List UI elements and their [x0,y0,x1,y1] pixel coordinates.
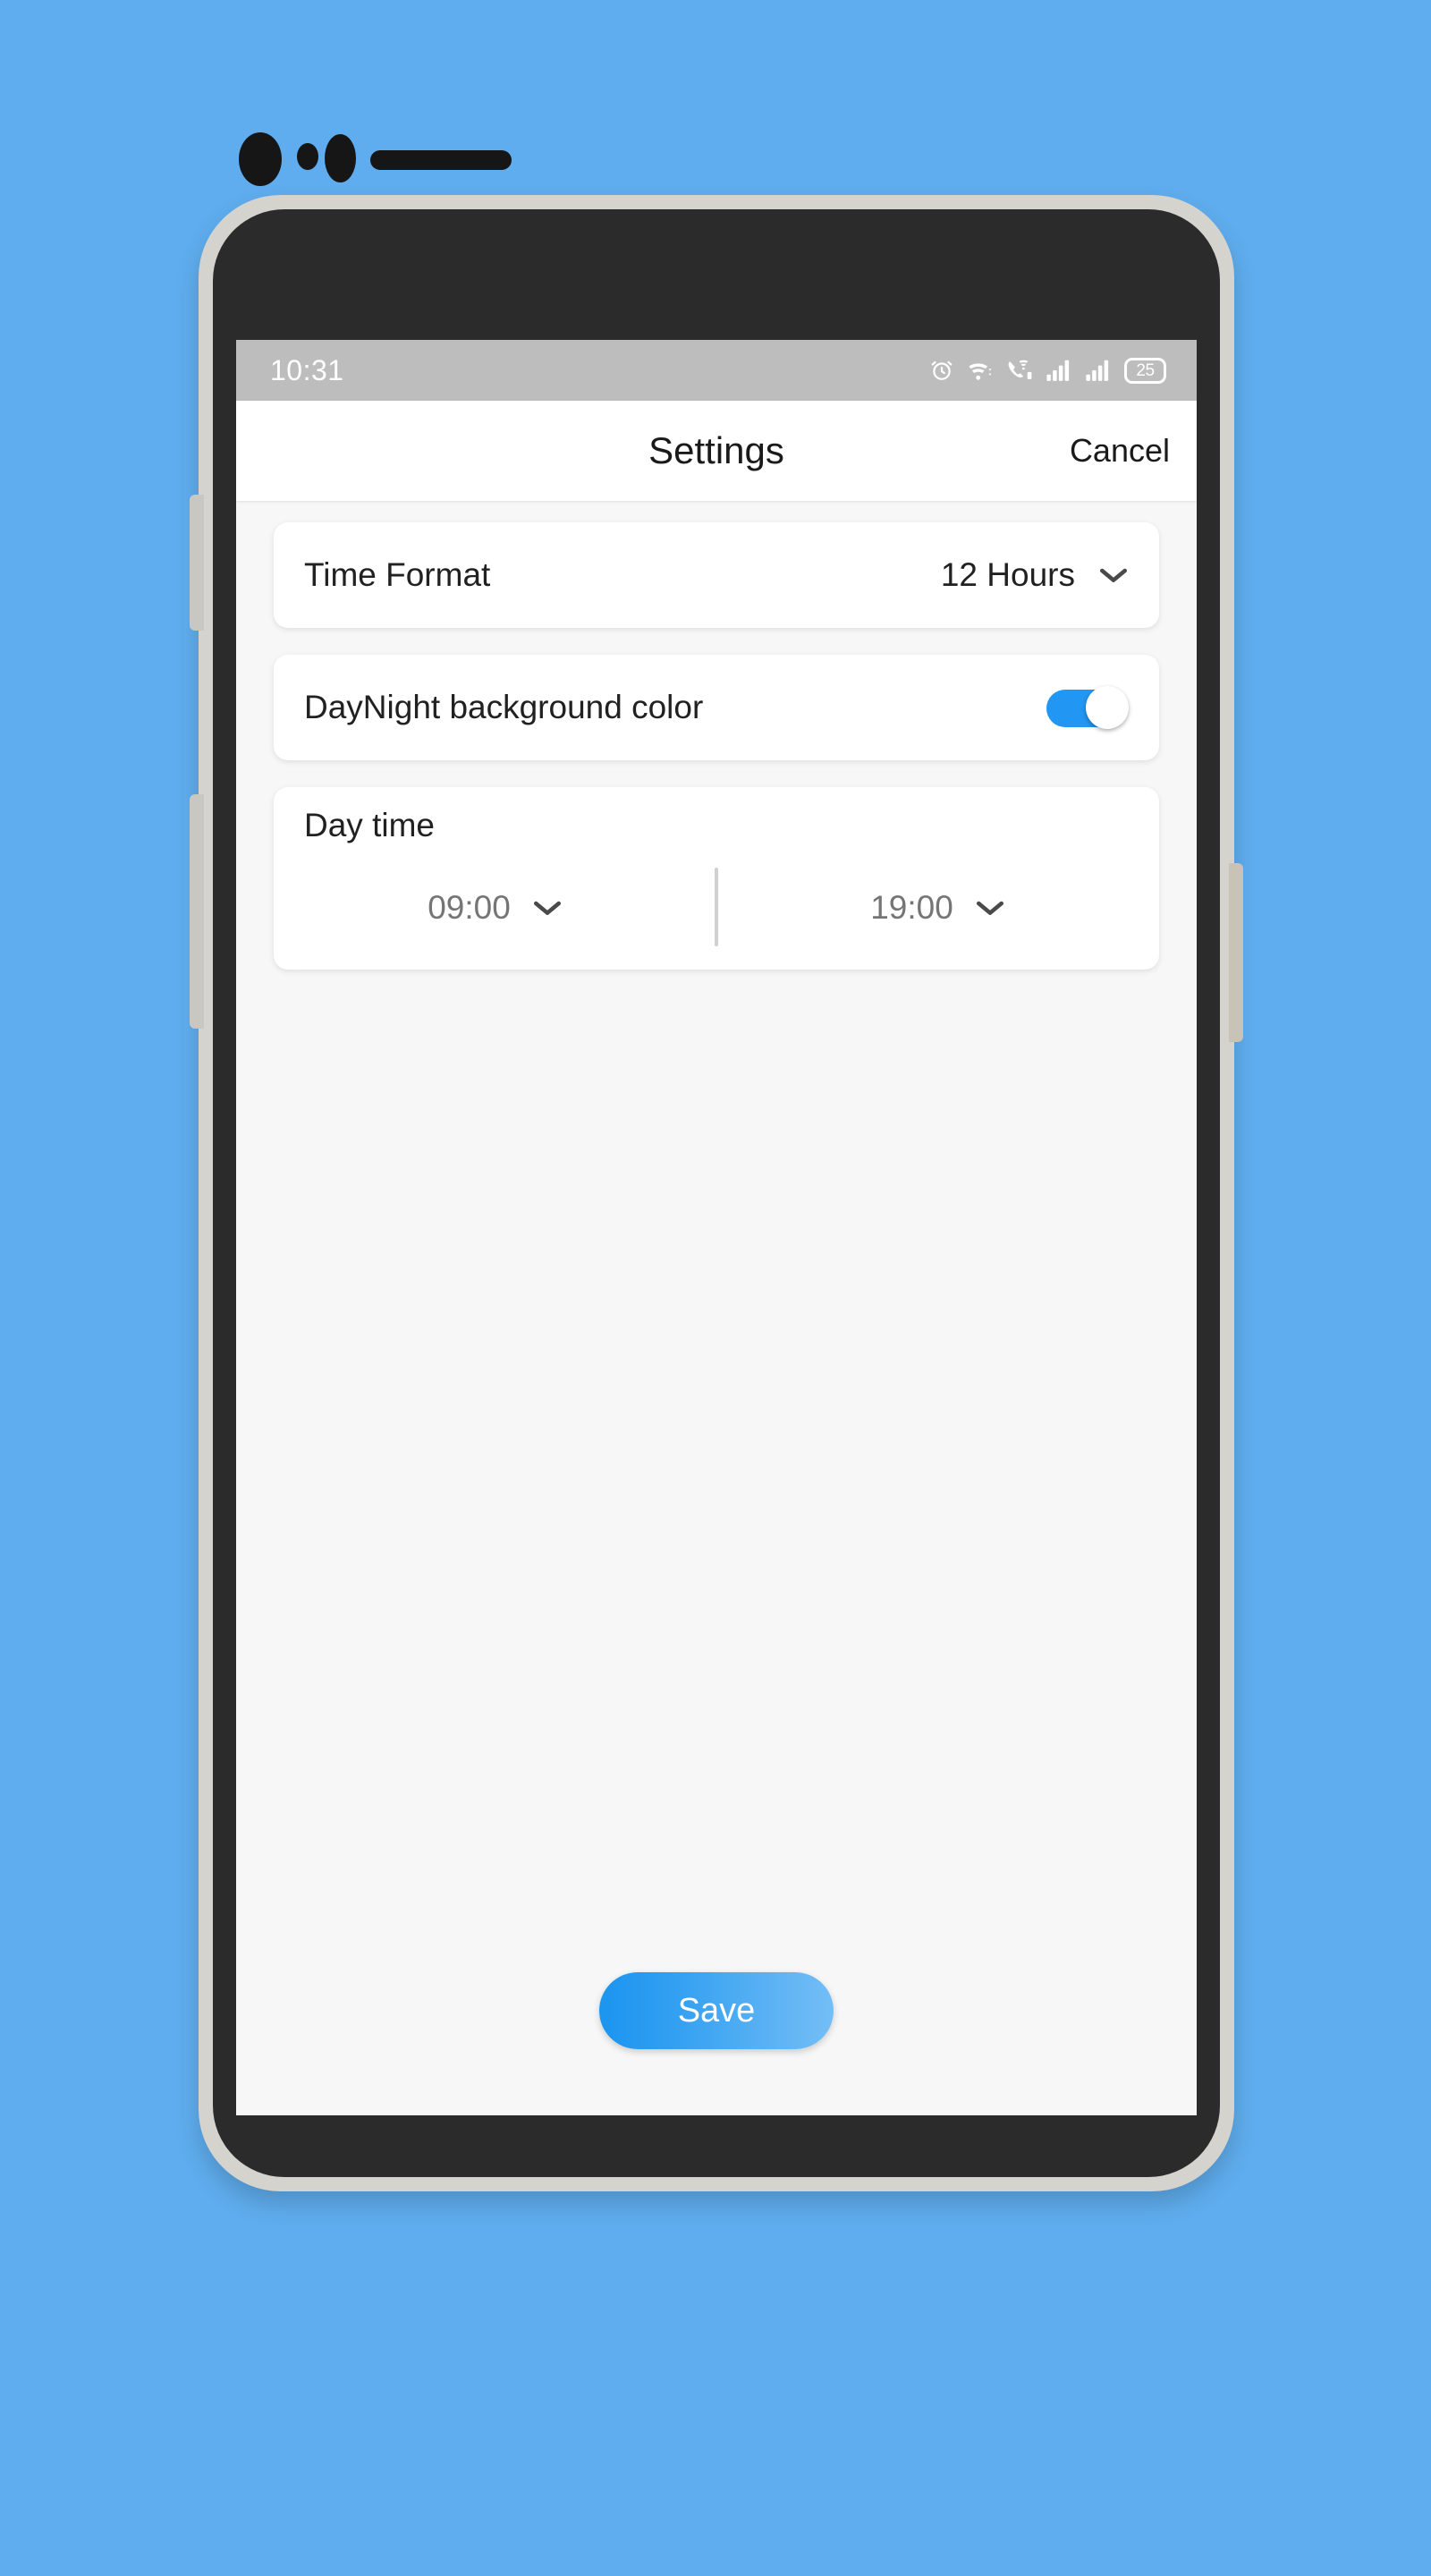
cancel-button[interactable]: Cancel [1070,432,1170,470]
volume-up-button[interactable] [190,495,204,631]
volume-down-button[interactable] [190,794,204,1029]
status-bar-icons: 25 [929,357,1166,384]
power-button[interactable] [1229,863,1243,1042]
status-bar-clock: 10:31 [270,353,344,386]
status-bar: 10:31 25 [236,340,1197,401]
chevron-down-icon[interactable] [975,899,1005,917]
app-bar: Settings Cancel [236,401,1197,501]
alarm-icon [929,358,954,383]
setting-time-format[interactable]: Time Format 12 Hours [274,522,1159,628]
day-time-start-value: 09:00 [428,889,511,926]
signal-bars-icon-1 [1046,359,1072,382]
daynight-label: DayNight background color [304,689,704,725]
setting-day-time: Day time 09:00 19:00 [274,787,1159,970]
daynight-toggle[interactable] [1046,686,1129,729]
day-time-end-value: 19:00 [870,889,953,926]
wifi-icon [967,358,994,383]
setting-daynight-background-color[interactable]: DayNight background color [274,655,1159,760]
chevron-down-icon[interactable] [1098,566,1129,584]
settings-content: Time Format 12 Hours DayNight background… [236,501,1197,2115]
battery-icon: 25 [1124,357,1166,384]
vowifi-call-icon [1006,358,1033,383]
save-button[interactable]: Save [599,1972,834,2049]
time-format-value: 12 Hours [940,556,1075,593]
day-time-range-row: 09:00 19:00 [274,868,1159,946]
day-time-label: Day time [304,807,435,843]
day-time-end-picker[interactable]: 19:00 [716,889,1159,927]
time-format-control[interactable]: 12 Hours [941,556,1129,594]
save-area: Save [236,1972,1197,2115]
settings-cards: Time Format 12 Hours DayNight background… [236,501,1197,996]
chevron-down-icon[interactable] [532,899,563,917]
signal-bars-icon-2 [1085,359,1112,382]
time-format-label: Time Format [304,556,491,593]
light-sensor-icon [325,134,356,182]
toggle-knob [1086,686,1129,729]
battery-percent-label: 25 [1136,360,1155,380]
proximity-sensor-icon [297,143,318,170]
day-time-start-picker[interactable]: 09:00 [274,889,716,927]
page-title: Settings [648,429,784,471]
earpiece-speaker [370,150,512,170]
time-range-divider [715,868,718,946]
phone-screen: 10:31 25 Settings Cancel Time Format 12 … [236,340,1197,2115]
front-camera-icon [239,132,282,186]
